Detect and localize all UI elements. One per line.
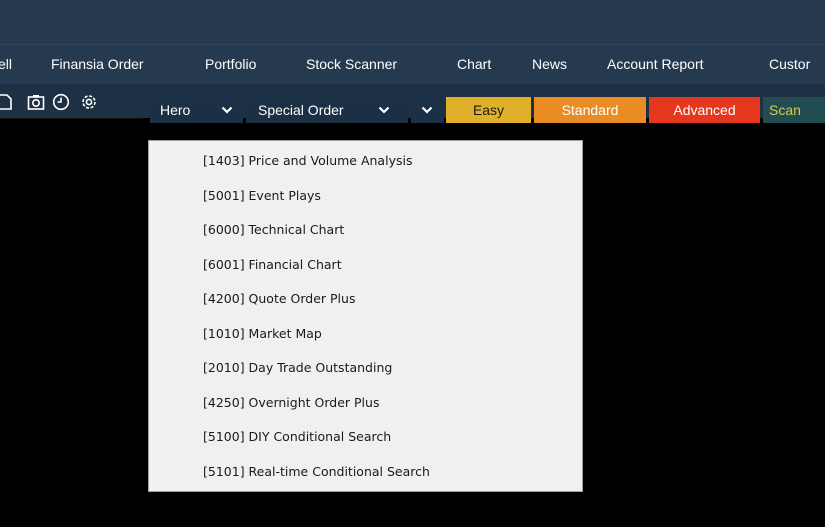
- menu-item-customize[interactable]: Custor: [769, 56, 810, 72]
- easy-mode-button[interactable]: Easy: [446, 97, 531, 123]
- menu-item-sell[interactable]: ell: [0, 56, 12, 72]
- dropdown-item-4250[interactable]: [4250] Overnight Order Plus: [203, 395, 379, 411]
- more-dropdown-button[interactable]: [411, 97, 444, 123]
- hero-dropdown-button[interactable]: Hero: [150, 97, 243, 123]
- standard-mode-button[interactable]: Standard: [534, 97, 646, 123]
- title-bar: [0, 0, 825, 44]
- special-order-dropdown-menu: [1403] Price and Volume Analysis [5001] …: [148, 140, 583, 492]
- dropdown-item-5101[interactable]: [5101] Real-time Conditional Search: [203, 464, 430, 480]
- dropdown-item-6001[interactable]: [6001] Financial Chart: [203, 257, 342, 273]
- dropdown-item-1010[interactable]: [1010] Market Map: [203, 326, 322, 342]
- menu-item-stock-scanner[interactable]: Stock Scanner: [306, 56, 397, 72]
- chevron-down-icon: [378, 105, 390, 115]
- chevron-down-icon: [421, 105, 433, 115]
- clock-icon[interactable]: [52, 93, 70, 111]
- hero-label: Hero: [160, 102, 191, 118]
- dropdown-item-6000[interactable]: [6000] Technical Chart: [203, 222, 344, 238]
- menu-item-account-report[interactable]: Account Report: [607, 56, 704, 72]
- chevron-down-icon: [221, 105, 233, 115]
- camera-icon[interactable]: [27, 93, 45, 111]
- dropdown-item-2010[interactable]: [2010] Day Trade Outstanding: [203, 360, 392, 376]
- menu-item-chart[interactable]: Chart: [457, 56, 491, 72]
- advanced-mode-button[interactable]: Advanced: [649, 97, 760, 123]
- symbol-input[interactable]: [0, 118, 142, 136]
- document-icon[interactable]: [0, 93, 14, 111]
- menu-item-portfolio[interactable]: Portfolio: [205, 56, 256, 72]
- dropdown-item-5001[interactable]: [5001] Event Plays: [203, 188, 321, 204]
- menu-item-news[interactable]: News: [532, 56, 567, 72]
- special-order-dropdown-button[interactable]: Special Order: [246, 97, 408, 123]
- dropdown-item-5100[interactable]: [5100] DIY Conditional Search: [203, 429, 391, 445]
- special-order-label: Special Order: [258, 102, 344, 118]
- dropdown-item-1403[interactable]: [1403] Price and Volume Analysis: [203, 153, 412, 169]
- gear-icon[interactable]: [80, 93, 98, 111]
- dropdown-item-4200[interactable]: [4200] Quote Order Plus: [203, 291, 355, 307]
- menu-item-finansia-order[interactable]: Finansia Order: [51, 56, 144, 72]
- scan-mode-button[interactable]: Scan: [763, 97, 825, 123]
